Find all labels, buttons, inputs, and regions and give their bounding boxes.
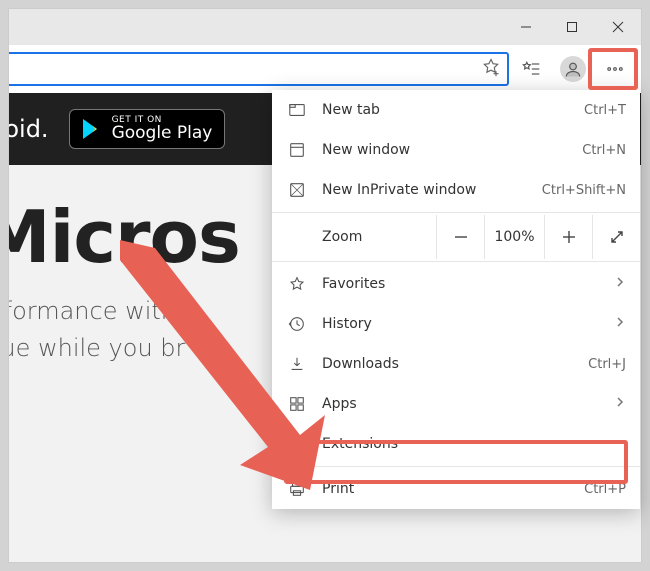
menu-item-apps[interactable]: Apps bbox=[272, 384, 640, 424]
toolbar bbox=[9, 45, 641, 93]
menu-label: Downloads bbox=[322, 356, 588, 372]
titlebar bbox=[9, 9, 641, 45]
menu-shortcut: Ctrl+N bbox=[582, 143, 626, 158]
maximize-button[interactable] bbox=[549, 9, 595, 45]
menu-separator bbox=[272, 212, 640, 213]
address-bar[interactable] bbox=[8, 52, 509, 86]
chevron-right-icon bbox=[614, 396, 626, 412]
menu-shortcut: Ctrl+J bbox=[588, 357, 626, 372]
chevron-right-icon bbox=[614, 316, 626, 332]
menu-label: History bbox=[322, 316, 614, 332]
banner-text-fragment: roid. bbox=[9, 115, 49, 143]
zoom-value: 100% bbox=[484, 215, 544, 259]
favorites-icon bbox=[286, 275, 308, 293]
menu-shortcut: Ctrl+T bbox=[584, 103, 626, 118]
menu-item-print[interactable]: Print Ctrl+P bbox=[272, 469, 640, 509]
settings-menu: New tab Ctrl+T New window Ctrl+N New InP… bbox=[272, 90, 640, 509]
menu-label: Favorites bbox=[322, 276, 614, 292]
zoom-out-button[interactable] bbox=[436, 215, 484, 259]
minimize-button[interactable] bbox=[503, 9, 549, 45]
menu-separator bbox=[272, 261, 640, 262]
history-icon bbox=[286, 315, 308, 333]
menu-item-zoom: Zoom 100% bbox=[272, 215, 640, 259]
inprivate-icon bbox=[286, 181, 308, 199]
extensions-icon bbox=[286, 435, 308, 453]
menu-label: New window bbox=[322, 142, 582, 158]
zoom-in-button[interactable] bbox=[544, 215, 592, 259]
menu-label: New tab bbox=[322, 102, 584, 118]
chevron-right-icon bbox=[614, 276, 626, 292]
play-big-text: Google Play bbox=[112, 125, 213, 142]
menu-item-new-inprivate[interactable]: New InPrivate window Ctrl+Shift+N bbox=[272, 170, 640, 210]
zoom-label: Zoom bbox=[272, 229, 436, 245]
close-button[interactable] bbox=[595, 9, 641, 45]
menu-label: Extensions bbox=[322, 436, 626, 452]
menu-label: Apps bbox=[322, 396, 614, 412]
apps-icon bbox=[286, 395, 308, 413]
menu-item-downloads[interactable]: Downloads Ctrl+J bbox=[272, 344, 640, 384]
favorites-list-icon[interactable] bbox=[511, 49, 551, 89]
menu-item-new-window[interactable]: New window Ctrl+N bbox=[272, 130, 640, 170]
new-tab-icon bbox=[286, 101, 308, 119]
downloads-icon bbox=[286, 355, 308, 373]
new-window-icon bbox=[286, 141, 308, 159]
menu-item-history[interactable]: History bbox=[272, 304, 640, 344]
fullscreen-button[interactable] bbox=[592, 215, 640, 259]
menu-item-extensions[interactable]: Extensions bbox=[272, 424, 640, 464]
google-play-icon bbox=[80, 117, 104, 141]
menu-label: Print bbox=[322, 481, 584, 497]
more-button[interactable] bbox=[595, 49, 635, 89]
menu-label: New InPrivate window bbox=[322, 182, 542, 198]
menu-shortcut: Ctrl+Shift+N bbox=[542, 183, 626, 198]
menu-item-new-tab[interactable]: New tab Ctrl+T bbox=[272, 90, 640, 130]
menu-shortcut: Ctrl+P bbox=[584, 482, 626, 497]
profile-button[interactable] bbox=[553, 49, 593, 89]
google-play-badge[interactable]: GET IT ON Google Play bbox=[69, 109, 226, 149]
menu-item-favorites[interactable]: Favorites bbox=[272, 264, 640, 304]
print-icon bbox=[286, 480, 308, 498]
star-add-icon[interactable] bbox=[481, 57, 501, 81]
menu-separator bbox=[272, 466, 640, 467]
